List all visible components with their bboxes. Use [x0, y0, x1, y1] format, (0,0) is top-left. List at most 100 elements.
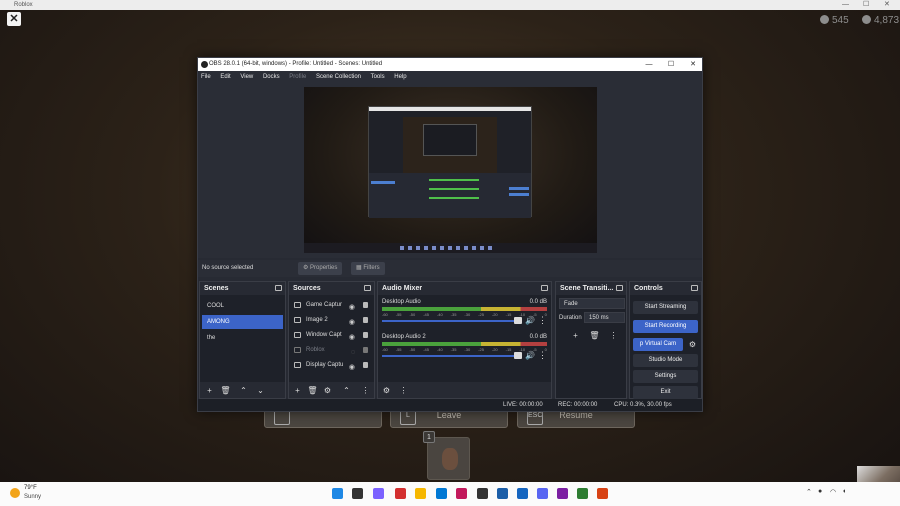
undock-icon[interactable]: [541, 285, 548, 291]
kebab-icon[interactable]: ⋮: [538, 350, 547, 361]
source-item[interactable]: Display Captu ◉: [291, 358, 372, 372]
app-icon[interactable]: [597, 488, 608, 499]
source-item[interactable]: Image 2 ◉: [291, 313, 372, 327]
minimize-icon[interactable]: —: [842, 0, 849, 10]
add-icon[interactable]: +: [204, 385, 215, 396]
trash-icon[interactable]: 🗑: [307, 385, 318, 396]
kebab-icon[interactable]: ⋮: [398, 385, 409, 396]
menu-view[interactable]: View: [240, 74, 253, 80]
kebab-icon[interactable]: ⋮: [538, 315, 547, 326]
kebab-icon[interactable]: ⋮: [608, 330, 619, 341]
trash-icon[interactable]: 🗑: [220, 385, 231, 396]
speaker-icon[interactable]: 🔊: [525, 351, 535, 360]
lock-icon[interactable]: [363, 362, 368, 368]
search-icon[interactable]: [352, 488, 363, 499]
discord-icon[interactable]: [537, 488, 548, 499]
obs-window-title: OBS 28.0.1 (64-bit, windows) - Profile: …: [209, 61, 383, 67]
channel-db: 0.0 dB: [529, 334, 547, 340]
no-source-label: No source selected: [202, 265, 254, 271]
minimize-icon[interactable]: —: [642, 58, 656, 71]
start-streaming-button[interactable]: Start Streaming: [633, 301, 698, 314]
undock-icon[interactable]: [691, 285, 698, 291]
app-icon[interactable]: [395, 488, 406, 499]
app-icon[interactable]: [557, 488, 568, 499]
transition-select[interactable]: Fade: [559, 298, 625, 309]
add-icon[interactable]: +: [570, 330, 581, 341]
lock-icon[interactable]: [363, 302, 368, 308]
obs-icon[interactable]: [477, 488, 488, 499]
filters-button[interactable]: ▦ Filters: [351, 262, 385, 275]
volume-meter: [382, 342, 547, 346]
move-up-icon[interactable]: ⌃: [341, 385, 352, 396]
properties-button[interactable]: ⚙ Properties: [298, 262, 343, 275]
menu-edit[interactable]: Edit: [220, 74, 230, 80]
gear-icon[interactable]: ⚙: [322, 385, 333, 396]
start-virtual-cam-button[interactable]: p Virtual Cam: [633, 338, 683, 351]
add-icon[interactable]: +: [292, 385, 303, 396]
lock-icon[interactable]: [363, 317, 368, 323]
tray-app-icon[interactable]: ●: [818, 488, 822, 495]
chat-icon[interactable]: [373, 488, 384, 499]
volume-slider[interactable]: [382, 355, 520, 357]
cpu-stat: CPU: 0.3%, 30.00 fps: [614, 402, 672, 408]
volume-icon[interactable]: ◖: [842, 488, 846, 495]
source-item[interactable]: Game Captur ◉: [291, 298, 372, 312]
image-icon: [294, 317, 301, 323]
maximize-icon[interactable]: ☐: [863, 0, 869, 10]
menu-help[interactable]: Help: [394, 74, 406, 80]
trash-icon[interactable]: 🗑: [589, 330, 600, 341]
gear-icon[interactable]: ⚙: [689, 340, 696, 349]
menu-tools[interactable]: Tools: [371, 74, 385, 80]
settings-button[interactable]: Settings: [633, 370, 698, 383]
undock-icon[interactable]: [275, 285, 282, 291]
wifi-icon[interactable]: ◠: [830, 488, 836, 496]
scenes-dock: Scenes COOL AMONG the + 🗑 ⌃ ⌄: [199, 281, 286, 399]
exit-button[interactable]: Exit: [633, 386, 698, 399]
chevron-up-icon[interactable]: ⌃: [806, 488, 812, 496]
roblox-menu-close-button[interactable]: ✕: [7, 12, 21, 26]
volume-slider-handle[interactable]: [514, 317, 522, 324]
scene-item[interactable]: COOL: [202, 299, 283, 313]
app-icon[interactable]: [456, 488, 467, 499]
roblox-icon[interactable]: [517, 488, 528, 499]
lock-icon[interactable]: [363, 347, 368, 353]
preview-canvas[interactable]: [304, 87, 597, 253]
source-item[interactable]: Window Capt ◉: [291, 328, 372, 342]
lock-icon[interactable]: [363, 332, 368, 338]
close-icon[interactable]: ✕: [686, 58, 700, 71]
start-recording-button[interactable]: Start Recording: [633, 320, 698, 333]
close-icon[interactable]: ✕: [884, 0, 890, 10]
undock-icon[interactable]: [364, 285, 371, 291]
edge-icon[interactable]: [436, 488, 447, 499]
start-icon[interactable]: [332, 488, 343, 499]
menu-profile[interactable]: Profile: [289, 74, 306, 80]
move-down-icon[interactable]: ⌄: [255, 385, 266, 396]
coins-stat: 545: [820, 15, 849, 26]
menu-file[interactable]: File: [201, 74, 211, 80]
scene-item-selected[interactable]: AMONG: [202, 315, 283, 329]
weather-sun-icon[interactable]: [10, 488, 20, 498]
move-up-icon[interactable]: ⌃: [238, 385, 249, 396]
kebab-icon[interactable]: ⋮: [360, 385, 371, 396]
duration-spinbox[interactable]: 150 ms: [584, 312, 625, 323]
speaker-icon[interactable]: 🔊: [525, 316, 535, 325]
volume-slider[interactable]: [382, 320, 520, 322]
volume-slider-handle[interactable]: [514, 352, 522, 359]
source-item-hidden[interactable]: Roblox ◌: [291, 343, 372, 357]
player-avatar[interactable]: 1: [423, 431, 470, 480]
scene-item[interactable]: the: [202, 331, 283, 345]
meter-ticks: -60 -55 -50 -45 -40 -35 -30 -25 -20 -15 -10 -5 0: [382, 312, 547, 317]
menu-docks[interactable]: Docks: [263, 74, 280, 80]
maximize-icon[interactable]: ☐: [664, 58, 678, 71]
steam-icon[interactable]: [497, 488, 508, 499]
menu-scene-collection[interactable]: Scene Collection: [316, 74, 361, 80]
studio-mode-button[interactable]: Studio Mode: [633, 354, 698, 367]
nested-obs-capture: [368, 106, 532, 218]
app-icon[interactable]: [577, 488, 588, 499]
nested-meter: [429, 188, 479, 190]
source-toolbar: No source selected ⚙ Properties ▦ Filter…: [198, 260, 702, 277]
file-explorer-icon[interactable]: [415, 488, 426, 499]
undock-icon[interactable]: [616, 285, 623, 291]
gear-icon[interactable]: ⚙: [381, 385, 392, 396]
eye-icon[interactable]: ◉: [349, 361, 355, 375]
